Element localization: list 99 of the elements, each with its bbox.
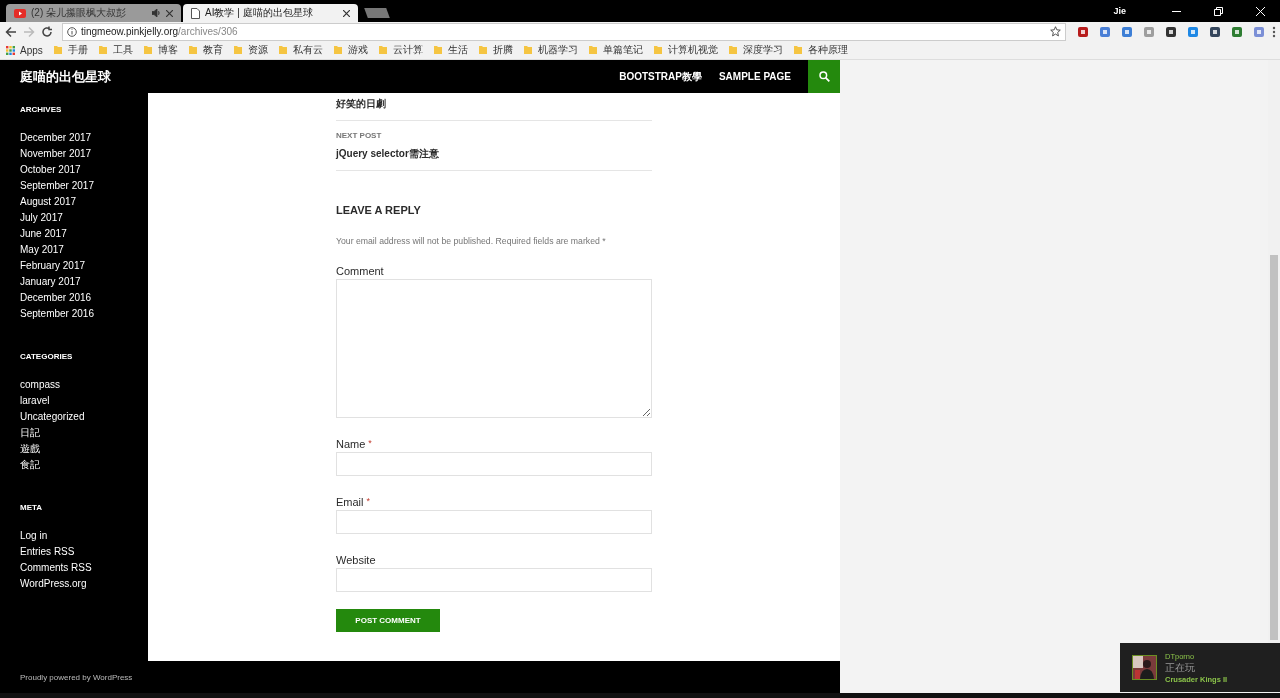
folder-icon — [477, 45, 488, 55]
search-icon — [818, 71, 830, 82]
field-label: Name — [336, 438, 366, 450]
bookmark-folder[interactable]: 博客 — [142, 43, 178, 57]
reply-heading: LEAVE A REPLY — [336, 204, 421, 216]
sidebar-link[interactable]: Comments RSS — [20, 562, 92, 573]
extension-icon[interactable] — [1209, 25, 1221, 38]
folder-icon — [277, 45, 288, 55]
sidebar-link[interactable]: November 2017 — [20, 148, 92, 159]
field-label: Comment — [336, 265, 384, 277]
folder-icon — [522, 45, 533, 55]
profile-name[interactable]: Jie — [1113, 6, 1126, 16]
bookmark-folder[interactable]: 各种原理 — [792, 43, 848, 57]
back-icon[interactable] — [4, 24, 18, 39]
bookmark-folder[interactable]: 云计算 — [377, 43, 423, 57]
apps-shortcut[interactable]: Apps — [6, 44, 43, 56]
page-icon — [191, 7, 200, 19]
sidebar-link[interactable]: October 2017 — [20, 164, 81, 175]
comment-field[interactable] — [336, 279, 652, 418]
input-field[interactable] — [336, 568, 652, 592]
browser-tab[interactable]: (2) 朵儿攥眼枫大叔彭 — [6, 4, 181, 22]
folder-icon — [652, 45, 663, 55]
sidebar-link[interactable]: August 2017 — [20, 196, 77, 207]
minimize-icon[interactable] — [1171, 10, 1181, 12]
footer-credit[interactable]: Proudly powered by WordPress — [20, 672, 133, 682]
menu-icon[interactable] — [1272, 25, 1276, 38]
sidebar-link[interactable]: February 2017 — [20, 260, 86, 271]
apps-grid-icon — [6, 45, 15, 55]
folder-icon — [587, 45, 598, 55]
sidebar-link[interactable]: Log in — [20, 530, 48, 541]
restore-icon[interactable] — [1213, 6, 1223, 16]
bookmark-folder[interactable]: 生活 — [432, 43, 468, 57]
nav-link[interactable]: BOOTSTRAP教學 — [619, 69, 702, 84]
widget-heading: CATEGORIES — [20, 352, 74, 361]
sidebar-link[interactable]: September 2017 — [20, 180, 94, 191]
field-label: Email — [336, 496, 364, 508]
sidebar-link[interactable]: May 2017 — [20, 244, 64, 255]
extension-icon[interactable] — [1165, 25, 1177, 38]
browser-tab[interactable]: AI教学 | 庭喵的出包星球 — [183, 4, 358, 22]
required-mark: * — [366, 496, 371, 508]
next-post-link[interactable]: jQuery selector需注意 — [336, 148, 439, 159]
folder-icon — [142, 45, 153, 55]
bookmark-folder[interactable]: 单篇笔记 — [587, 43, 643, 57]
input-field[interactable] — [336, 510, 652, 534]
site-title[interactable]: 庭喵的出包星球 — [20, 67, 111, 86]
info-icon[interactable] — [67, 26, 77, 37]
folder-icon — [727, 45, 738, 55]
sidebar-link[interactable]: December 2017 — [20, 132, 92, 143]
sidebar-link[interactable]: June 2017 — [20, 228, 67, 239]
bookmark-folder[interactable]: 教育 — [187, 43, 223, 57]
bookmark-folder[interactable]: 深度学习 — [727, 43, 783, 57]
widget-heading: ARCHIVES — [20, 105, 63, 114]
bookmark-folder[interactable]: 私有云 — [277, 43, 323, 57]
sidebar-link[interactable]: Uncategorized — [20, 411, 85, 422]
sidebar-link[interactable]: September 2016 — [20, 308, 94, 319]
sidebar-link[interactable]: 食記 — [20, 459, 40, 470]
post-comment-button[interactable]: POST COMMENT — [336, 609, 440, 632]
next-post-label: NEXT POST — [336, 131, 382, 140]
new-tab-button[interactable] — [364, 8, 390, 18]
sidebar-link[interactable]: 日記 — [20, 427, 40, 438]
folder-icon — [332, 45, 343, 55]
folder-icon — [232, 45, 243, 55]
folder-icon — [377, 45, 388, 55]
folder-icon — [792, 45, 803, 55]
extension-icon[interactable] — [1077, 25, 1089, 38]
bookmark-folder[interactable]: 手册 — [52, 43, 88, 57]
sidebar-link[interactable]: July 2017 — [20, 212, 63, 223]
bookmark-folder[interactable]: 工具 — [97, 43, 133, 57]
speaker-icon[interactable] — [152, 9, 161, 17]
reload-icon[interactable] — [40, 24, 54, 39]
field-label: Website — [336, 554, 376, 566]
bookmark-folder[interactable]: 折腾 — [477, 43, 513, 57]
required-note: Your email address will not be published. Required fields are marked * — [336, 236, 606, 246]
sidebar-link[interactable]: 遊戲 — [20, 443, 40, 454]
status-text: 正在玩 — [1165, 661, 1196, 675]
search-button[interactable] — [808, 60, 840, 93]
bookmark-folder[interactable]: 游戏 — [332, 43, 368, 57]
required-mark: * — [368, 438, 372, 450]
sidebar-link[interactable]: WordPress.org — [20, 578, 87, 589]
address-bar[interactable]: tingmeow.pinkjelly.org/archives/306 — [62, 22, 1066, 41]
folder-icon — [97, 45, 108, 55]
nav-link[interactable]: SAMPLE PAGE — [718, 71, 791, 82]
input-field[interactable] — [336, 452, 652, 476]
sidebar-link[interactable]: laravel — [20, 395, 50, 406]
folder-icon — [187, 45, 198, 55]
sidebar-link[interactable]: compass — [20, 379, 60, 390]
sidebar-link[interactable]: January 2017 — [20, 276, 81, 287]
bookmark-folder[interactable]: 机器学习 — [522, 43, 578, 57]
sidebar-link[interactable]: Entries RSS — [20, 546, 75, 557]
close-icon[interactable] — [343, 9, 350, 17]
folder-icon — [432, 45, 443, 55]
video-icon — [14, 8, 26, 18]
sidebar-link[interactable]: December 2016 — [20, 292, 92, 303]
bookmark-folder[interactable]: 资源 — [232, 43, 268, 57]
folder-icon — [52, 45, 63, 55]
previous-post-link[interactable]: 好笑的日劇 — [336, 98, 386, 109]
widget-heading: META — [20, 503, 44, 512]
star-icon[interactable] — [1050, 26, 1061, 37]
bookmark-folder[interactable]: 计算机视觉 — [652, 43, 718, 57]
